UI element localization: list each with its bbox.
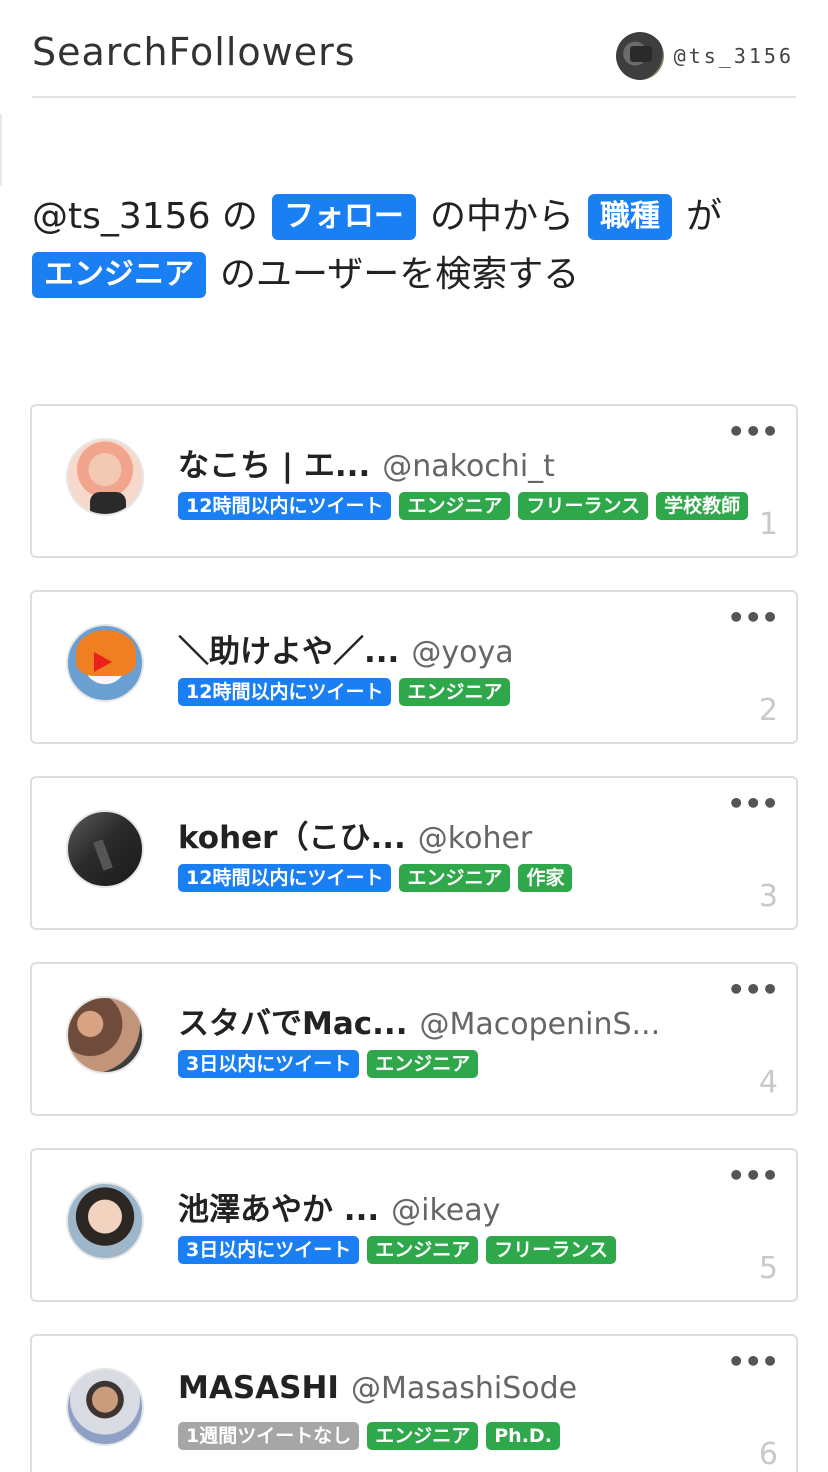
tag-badge: 12時間以内にツイート <box>178 864 392 892</box>
value-select-chip[interactable]: エンジニア <box>32 252 206 298</box>
user-tags: 3日以内にツイート エンジニア フリーランス <box>178 1236 624 1264</box>
user-handle[interactable]: @MacopeninS... <box>419 1007 660 1042</box>
tag-badge: 1週間ツイートなし <box>178 1422 360 1450</box>
user-tags: 12時間以内にツイート エンジニア 作家 <box>178 864 580 892</box>
query-suffix: のユーザーを検索する <box>220 254 580 295</box>
results-list: なこち | エ... @nakochi_t 12時間以内にツイート エンジニア … <box>30 404 798 1472</box>
user-tags: 12時間以内にツイート エンジニア フリーランス 学校教師 <box>178 492 756 520</box>
tag-badge: 作家 <box>518 864 573 892</box>
rank-number: 1 <box>758 507 778 542</box>
user-card[interactable]: なこち | エ... @nakochi_t 12時間以内にツイート エンジニア … <box>30 404 798 558</box>
search-query-sentence: @ts_3156 の フォロー の中から 職種 が エンジニア のユーザーを検索… <box>32 188 812 304</box>
tag-badge: 3日以内にツイート <box>178 1050 360 1078</box>
user-tags: 1週間ツイートなし エンジニア Ph.D. <box>178 1422 568 1450</box>
user-handle[interactable]: @ikeay <box>391 1193 500 1228</box>
tag-badge: エンジニア <box>399 864 511 892</box>
user-card[interactable]: koher（こひ... @koher 12時間以内にツイート エンジニア 作家 … <box>30 776 798 930</box>
rank-number: 6 <box>758 1437 778 1472</box>
user-card[interactable]: MASASHI @MasashiSode 1週間ツイートなし エンジニア Ph.… <box>30 1334 798 1472</box>
user-name[interactable]: MASASHI <box>178 1370 339 1406</box>
query-particle: が <box>685 196 722 237</box>
field-select-chip[interactable]: 職種 <box>587 194 672 240</box>
tag-badge: エンジニア <box>399 492 511 520</box>
user-name[interactable]: スタバでMac... <box>178 998 407 1043</box>
rank-number: 2 <box>758 693 778 728</box>
query-prefix: @ts_3156 の <box>32 196 258 237</box>
user-name[interactable]: 池澤あやか ... <box>178 1184 379 1229</box>
tag-badge: 12時間以内にツイート <box>178 492 392 520</box>
tag-badge: エンジニア <box>367 1236 479 1264</box>
user-name[interactable]: なこち | エ... <box>178 440 370 485</box>
user-tags: 12時間以内にツイート エンジニア <box>178 678 518 706</box>
user-name[interactable]: ＼助けよや／... <box>178 626 399 671</box>
tag-badge: フリーランス <box>518 492 649 520</box>
user-avatar[interactable] <box>66 438 144 516</box>
more-dots-icon[interactable]: ••• <box>727 1162 779 1190</box>
user-name[interactable]: koher（こひ... <box>178 812 406 857</box>
app-header: SearchFollowers @ts_3156 <box>32 0 796 98</box>
tag-badge: エンジニア <box>367 1050 479 1078</box>
more-dots-icon[interactable]: ••• <box>727 604 779 632</box>
user-avatar[interactable] <box>66 624 144 702</box>
user-avatar[interactable] <box>66 810 144 888</box>
relation-select-chip[interactable]: フォロー <box>271 194 416 240</box>
user-avatar[interactable] <box>66 1368 144 1446</box>
current-user-avatar[interactable] <box>615 32 664 80</box>
more-dots-icon[interactable]: ••• <box>727 418 779 446</box>
user-card[interactable]: 池澤あやか ... @ikeay 3日以内にツイート エンジニア フリーランス … <box>30 1148 798 1302</box>
user-avatar[interactable] <box>66 996 144 1074</box>
user-handle[interactable]: @koher <box>418 821 532 856</box>
current-user[interactable]: @ts_3156 <box>615 32 794 80</box>
more-dots-icon[interactable]: ••• <box>727 790 779 818</box>
tag-badge: フリーランス <box>486 1236 616 1264</box>
user-handle[interactable]: @yoya <box>411 635 513 670</box>
tag-badge: Ph.D. <box>486 1422 560 1450</box>
user-handle[interactable]: @MasashiSode <box>351 1371 577 1406</box>
more-dots-icon[interactable]: ••• <box>727 1348 779 1376</box>
user-card[interactable]: ＼助けよや／... @yoya 12時間以内にツイート エンジニア ••• 2 <box>30 590 798 744</box>
rank-number: 5 <box>758 1251 778 1286</box>
tag-badge: 12時間以内にツイート <box>178 678 392 706</box>
rank-number: 3 <box>758 879 778 914</box>
tag-badge: 学校教師 <box>656 492 749 520</box>
rank-number: 4 <box>758 1065 778 1100</box>
app-title[interactable]: SearchFollowers <box>32 30 356 74</box>
more-dots-icon[interactable]: ••• <box>727 976 779 1004</box>
query-mid: の中から <box>429 196 574 237</box>
user-handle[interactable]: @nakochi_t <box>382 449 555 484</box>
user-avatar[interactable] <box>66 1182 144 1260</box>
current-user-handle[interactable]: @ts_3156 <box>674 44 794 68</box>
tag-badge: エンジニア <box>367 1422 479 1450</box>
user-card[interactable]: スタバでMac... @MacopeninS... 3日以内にツイート エンジニ… <box>30 962 798 1116</box>
tag-badge: エンジニア <box>399 678 511 706</box>
user-tags: 3日以内にツイート エンジニア <box>178 1050 486 1078</box>
divider <box>0 114 2 186</box>
tag-badge: 3日以内にツイート <box>178 1236 360 1264</box>
